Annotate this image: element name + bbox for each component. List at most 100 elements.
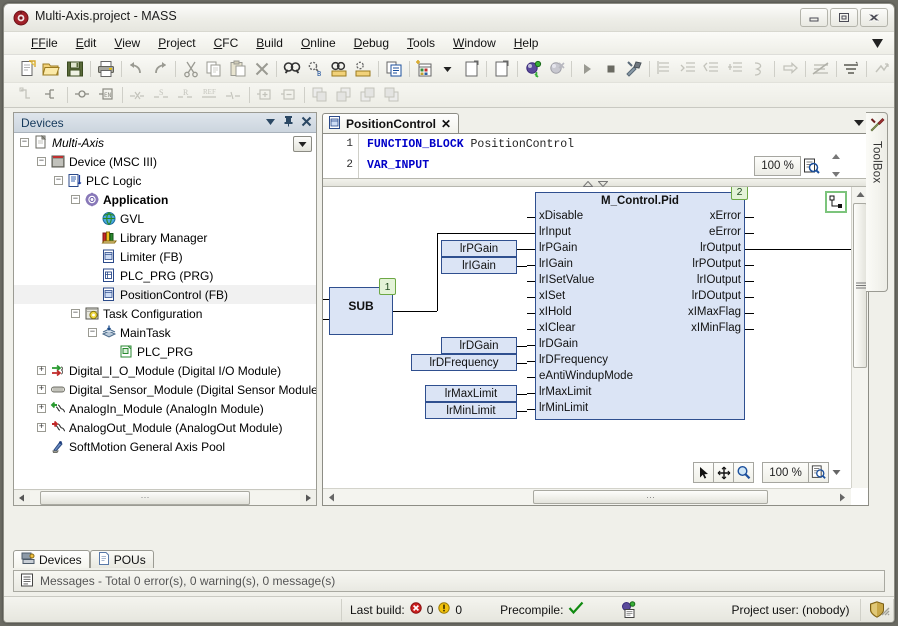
save-icon[interactable]: [63, 58, 87, 80]
declaration-editor[interactable]: 1 2 FUNCTION_BLOCK PositionControl VAR_I…: [323, 134, 868, 179]
paste-icon[interactable]: [226, 58, 250, 80]
input-pin-stub[interactable]: [527, 361, 535, 362]
toolbox-tab[interactable]: ToolBox: [866, 112, 888, 292]
menu-online[interactable]: Online: [292, 34, 345, 52]
en-block-icon[interactable]: EN: [95, 84, 119, 106]
replace-in-project-icon[interactable]: [351, 58, 375, 80]
force-values-icon[interactable]: [870, 58, 894, 80]
tree-collapse-icon[interactable]: −: [20, 138, 29, 147]
input-pin-stub[interactable]: [527, 265, 535, 266]
magnifier-tool-icon[interactable]: [733, 462, 754, 483]
panel-menu-icon[interactable]: [265, 116, 276, 130]
output-pin-stub[interactable]: [745, 265, 754, 266]
input-pin-stub[interactable]: [527, 393, 535, 394]
declaration-zoom-value[interactable]: 100 %: [754, 156, 801, 176]
variable-wire[interactable]: [517, 249, 527, 250]
tree-collapse-icon[interactable]: −: [37, 157, 46, 166]
branch-icon[interactable]: [40, 84, 64, 106]
cfc-variable-box[interactable]: lrMinLimit: [425, 402, 517, 419]
find-icon[interactable]: [280, 58, 304, 80]
sub-input-stub[interactable]: [323, 319, 329, 320]
sub-output-wire[interactable]: [437, 233, 527, 234]
output-pin-stub[interactable]: [745, 313, 754, 314]
insert-input-icon[interactable]: [253, 84, 277, 106]
tree-collapse-icon[interactable]: −: [88, 328, 97, 337]
tree-item-analogout_module[interactable]: +AnalogOut_Module (AnalogOut Module): [14, 418, 316, 437]
cfc-variable-box[interactable]: lrIGain: [441, 257, 517, 274]
open-project-icon[interactable]: [40, 58, 64, 80]
pointer-tool-icon[interactable]: [693, 462, 714, 483]
tree-item-analogin_module[interactable]: +AnalogIn_Module (AnalogIn Module): [14, 399, 316, 418]
find-in-project-icon[interactable]: [328, 58, 352, 80]
variable-wire[interactable]: [517, 363, 527, 364]
output-pin-stub[interactable]: [745, 233, 754, 234]
input-pin-stub[interactable]: [527, 377, 535, 378]
properties-icon[interactable]: [382, 58, 406, 80]
delete-icon[interactable]: [250, 58, 274, 80]
add-object-icon[interactable]: [413, 58, 437, 80]
fb-output-pin[interactable]: lrDOutput: [535, 290, 741, 302]
tree-item-digital_i_o_module[interactable]: +Digital_I_O_Module (Digital I/O Module): [14, 361, 316, 380]
tree-item-plc_prg[interactable]: PLC_PRG: [14, 342, 316, 361]
execution-order-badge[interactable]: 1: [379, 278, 396, 295]
step-over-icon[interactable]: [653, 58, 677, 80]
undo-icon[interactable]: [125, 58, 149, 80]
edit-object-icon[interactable]: [490, 58, 514, 80]
scroll-right-icon[interactable]: [300, 491, 316, 505]
sub-input-stub[interactable]: [323, 299, 329, 300]
write-values-icon[interactable]: [840, 58, 864, 80]
login-icon[interactable]: [521, 58, 545, 80]
tree-item-softmotion[interactable]: SoftMotion General Axis Pool: [14, 437, 316, 456]
tree-item-gvl[interactable]: GVL: [14, 209, 316, 228]
tree-item-task[interactable]: −Task Configuration: [14, 304, 316, 323]
menu-overflow-icon[interactable]: [871, 37, 884, 53]
devices-tree[interactable]: −Multi-Axis−Device (MSC III)−PLC Logic−A…: [14, 133, 316, 489]
output-pin-stub[interactable]: [745, 297, 754, 298]
fb-input-pin[interactable]: lrMaxLimit: [539, 386, 591, 398]
variable-wire[interactable]: [517, 394, 527, 395]
sub-output-wire[interactable]: [393, 311, 437, 312]
tree-expand-icon[interactable]: +: [37, 404, 46, 413]
sub-output-wire[interactable]: [437, 233, 438, 311]
tree-item-digital_sensor_module[interactable]: +Digital_Sensor_Module (Digital Sensor M…: [14, 380, 316, 399]
menu-edit[interactable]: Edit: [67, 34, 106, 52]
tree-item-plc[interactable]: −PLC Logic: [14, 171, 316, 190]
coil-icon[interactable]: [222, 84, 246, 106]
tab-positioncontrol[interactable]: PositionControl ✕: [322, 113, 459, 133]
fb-output-pin[interactable]: lrIOutput: [535, 274, 741, 286]
execution-order-badge[interactable]: 2: [731, 187, 748, 200]
order-back-icon[interactable]: [380, 84, 404, 106]
remove-input-icon[interactable]: [277, 84, 301, 106]
tree-expand-icon[interactable]: +: [37, 385, 46, 394]
tree-collapse-icon[interactable]: −: [54, 176, 63, 185]
scroll-left-icon[interactable]: [14, 491, 30, 505]
declaration-zoom-control[interactable]: 100 %: [754, 156, 822, 176]
fb-output-pin[interactable]: xIMinFlag: [535, 322, 741, 334]
show-next-statement-icon[interactable]: [778, 58, 802, 80]
ref-icon[interactable]: REF: [198, 84, 222, 106]
order-forward-icon[interactable]: [332, 84, 356, 106]
menu-window[interactable]: Window: [444, 34, 505, 52]
editor-splitter[interactable]: [323, 179, 868, 187]
add-object-dropdown-icon[interactable]: [436, 58, 460, 80]
tree-item-application[interactable]: −Application: [14, 190, 316, 209]
tree-expand-icon[interactable]: +: [37, 423, 46, 432]
negate-icon[interactable]: [126, 84, 150, 106]
cfc-variable-box[interactable]: lrMaxLimit: [425, 385, 517, 402]
input-pin-stub[interactable]: [527, 297, 535, 298]
variable-wire[interactable]: [517, 411, 527, 412]
fb-output-pin[interactable]: eError: [535, 226, 741, 238]
order-backward-icon[interactable]: [356, 84, 380, 106]
copy-icon[interactable]: [202, 58, 226, 80]
tree-item-device[interactable]: −Device (MSC III): [14, 152, 316, 171]
tab-close-icon[interactable]: ✕: [441, 117, 451, 131]
input-pin-stub[interactable]: [527, 281, 535, 282]
input-pin-stub[interactable]: [527, 345, 535, 346]
close-button[interactable]: [860, 8, 888, 27]
fb-input-pin[interactable]: lrMinLimit: [539, 402, 588, 414]
menu-file[interactable]: FFileFile: [22, 34, 67, 52]
menu-cfc[interactable]: CFC: [205, 34, 248, 52]
output-pin-stub[interactable]: [745, 281, 754, 282]
input-pin-stub[interactable]: [527, 329, 535, 330]
tab-list-dropdown-icon[interactable]: [853, 116, 865, 130]
